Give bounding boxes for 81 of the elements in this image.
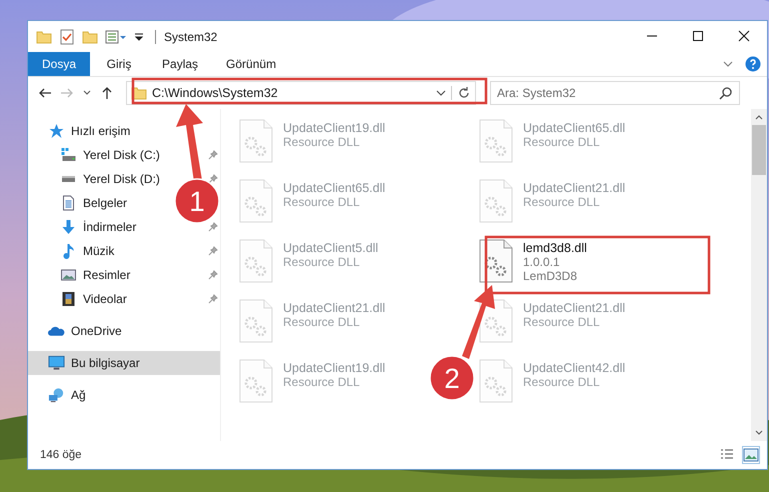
file-name: UpdateClient21.dll: [283, 301, 386, 315]
file-name: UpdateClient5.dll: [283, 241, 378, 255]
file-name: UpdateClient19.dll: [283, 361, 386, 375]
file-icon: [239, 179, 273, 223]
nav-item-label: Ağ: [71, 388, 86, 402]
file-name: UpdateClient65.dll: [283, 181, 386, 195]
ribbon-tab[interactable]: Görünüm: [212, 52, 290, 76]
scroll-thumb[interactable]: [752, 125, 766, 175]
refresh-icon[interactable]: [451, 86, 471, 100]
nav-item[interactable]: Resimler: [83, 268, 130, 282]
nav-item-label: Bu bilgisayar: [71, 356, 140, 370]
file-detail: Resource DLL: [523, 315, 601, 329]
view-options-icon: [105, 28, 127, 44]
nav-item[interactable]: Ağ: [28, 383, 220, 407]
folder-icon: [36, 28, 52, 44]
file-detail: Resource DLL: [283, 315, 361, 329]
file-icon: [239, 119, 273, 163]
file-detail: Resource DLL: [283, 255, 361, 269]
dropdown-caret-icon[interactable]: [436, 88, 446, 98]
file-icon: [239, 359, 273, 403]
nav-item[interactable]: Müzik: [83, 244, 114, 258]
ribbon-tab[interactable]: Dosya: [28, 52, 90, 76]
nav-item[interactable]: İndirmeler: [83, 220, 136, 234]
network-icon: [48, 387, 65, 403]
file-name: lemd3d8.dll: [523, 241, 587, 255]
item-count: 146 öğe: [40, 449, 82, 461]
address-bar[interactable]: C:\Windows\System32: [126, 81, 476, 105]
address-path: C:\Windows\System32: [152, 86, 279, 100]
file-detail: Resource DLL: [523, 135, 601, 149]
back-icon[interactable]: [38, 86, 52, 100]
properties-icon: [59, 28, 75, 44]
nav-item[interactable]: Yerel Disk (D:): [83, 172, 160, 186]
step-badge: 1: [174, 178, 220, 224]
drive-icon: [60, 147, 77, 163]
file-name: UpdateClient21.dll: [523, 301, 626, 315]
document-icon: [60, 195, 77, 211]
file-name: UpdateClient19.dll: [283, 121, 386, 135]
help-icon[interactable]: [745, 56, 761, 72]
ribbon-tab[interactable]: Paylaş: [148, 52, 212, 76]
file-detail: Resource DLL: [283, 375, 361, 389]
film-icon: [60, 291, 77, 307]
file-name: UpdateClient65.dll: [523, 121, 626, 135]
nav-item[interactable]: Yerel Disk (C:): [83, 148, 160, 162]
nav-item-label: OneDrive: [71, 324, 122, 338]
file-item[interactable]: lemd3d8.dll 1.0.0.1 LemD3D8: [479, 235, 587, 283]
drive-icon: [62, 176, 75, 182]
file-icon: [479, 179, 513, 223]
nav-item[interactable]: Videolar: [83, 292, 127, 306]
file-detail: Resource DLL: [523, 195, 601, 209]
nav-item-label: Hızlı erişim: [71, 124, 130, 138]
down-arrow-icon: [60, 219, 77, 235]
step-badge: 2: [429, 355, 475, 401]
scrollbar[interactable]: [751, 109, 767, 441]
large-icons-view-icon[interactable]: [743, 447, 759, 463]
nav-item[interactable]: Belgeler: [83, 196, 128, 210]
nav-item[interactable]: OneDrive: [28, 319, 220, 343]
nav-item[interactable]: Hızlı erişim: [28, 119, 220, 143]
ribbon-tab[interactable]: Giriş: [90, 52, 148, 76]
new-folder-icon: [82, 28, 98, 44]
file-detail: Resource DLL: [523, 375, 601, 389]
file-name: UpdateClient21.dll: [523, 181, 626, 195]
window-title: System32: [155, 30, 218, 44]
file-name: UpdateClient42.dll: [523, 361, 626, 375]
up-icon[interactable]: [100, 86, 114, 100]
file-detail: 1.0.0.1: [523, 255, 561, 269]
expand-ribbon-icon[interactable]: [723, 59, 733, 69]
monitor-icon: [48, 355, 65, 371]
file-detail: LemD3D8: [523, 269, 578, 283]
file-icon: [479, 359, 513, 403]
file-detail: Resource DLL: [283, 135, 361, 149]
file-detail: Resource DLL: [283, 195, 361, 209]
search-field[interactable]: Ara: System32: [490, 81, 740, 105]
file-icon: [479, 239, 513, 283]
picture-icon: [60, 267, 77, 283]
file-icon: [239, 299, 273, 343]
nav-item[interactable]: Bu bilgisayar: [28, 351, 220, 375]
file-icon: [239, 239, 273, 283]
star-icon: [48, 123, 65, 139]
file-icon: [479, 119, 513, 163]
customize-caret-icon[interactable]: [134, 32, 144, 42]
search-icon: [719, 86, 733, 100]
